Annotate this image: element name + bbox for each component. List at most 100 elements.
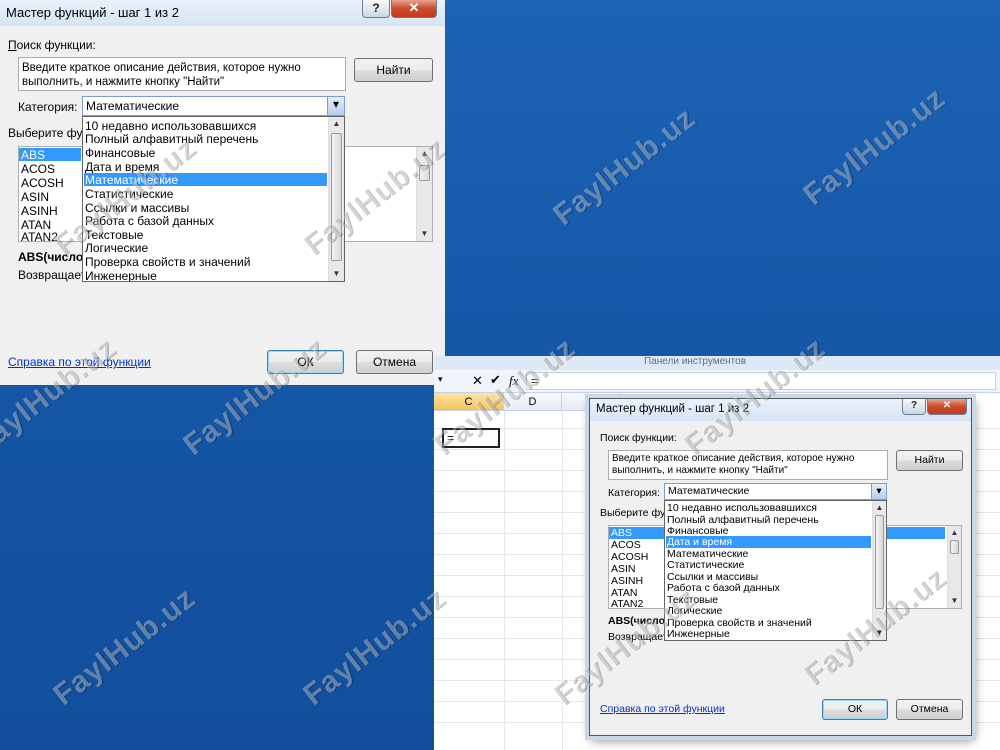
function-item[interactable]: ATAN2 bbox=[21, 230, 58, 244]
find-button[interactable]: Найти bbox=[896, 450, 963, 471]
close-icon[interactable]: ✕ bbox=[391, 0, 437, 18]
title-bar: Мастер функций - шаг 1 из 2 ? ✕ bbox=[0, 0, 445, 26]
formula-input[interactable]: = bbox=[526, 372, 996, 390]
chevron-down-icon[interactable]: ▾ bbox=[871, 484, 886, 499]
active-cell-value: = bbox=[447, 431, 455, 445]
search-text: Введите краткое описание действия, котор… bbox=[22, 62, 301, 88]
scroll-thumb[interactable] bbox=[950, 540, 959, 554]
function-item[interactable]: ATAN2 bbox=[611, 598, 643, 610]
category-option[interactable]: Проверка свойств и значений bbox=[85, 255, 250, 269]
title-bar: Мастер функций - шаг 1 из 2 ? ✕ bbox=[590, 399, 971, 421]
function-list-scrollbar[interactable]: ▲ ▼ bbox=[947, 526, 961, 608]
scroll-down-icon[interactable]: ▼ bbox=[873, 626, 886, 640]
category-option[interactable]: Логические bbox=[667, 605, 722, 617]
search-label: Поиск функции: bbox=[8, 38, 96, 52]
scroll-down-icon[interactable]: ▼ bbox=[329, 267, 344, 281]
category-option[interactable]: Инженерные bbox=[85, 269, 157, 281]
category-option[interactable]: Ссылки и массивы bbox=[85, 201, 189, 215]
category-select[interactable]: Математические ▾ bbox=[82, 96, 345, 116]
function-item[interactable]: ASIN bbox=[611, 563, 636, 575]
insert-function-icon[interactable]: fx bbox=[509, 373, 518, 389]
function-signature: ABS(число bbox=[608, 615, 666, 627]
confirm-entry-icon[interactable]: ✔ bbox=[490, 372, 501, 388]
function-wizard-dialog-2: Мастер функций - шаг 1 из 2 ? ✕ Поиск фу… bbox=[589, 398, 972, 736]
help-link[interactable]: Справка по этой функции bbox=[8, 355, 151, 369]
cancel-button[interactable]: Отмена bbox=[356, 350, 433, 374]
function-item[interactable]: ABS bbox=[21, 148, 45, 162]
search-label: Поиск функции: bbox=[600, 432, 677, 444]
ok-button[interactable]: ОК bbox=[822, 699, 888, 720]
dropdown-scrollbar[interactable]: ▲ ▼ bbox=[328, 117, 344, 281]
close-icon[interactable]: ✕ bbox=[927, 399, 967, 415]
function-item[interactable]: ASINH bbox=[611, 575, 643, 587]
active-cell[interactable]: = bbox=[442, 428, 500, 448]
ribbon-group-label: Панели инструментов bbox=[644, 356, 747, 367]
category-option[interactable]: 10 недавно использовавшихся bbox=[85, 119, 256, 133]
function-item[interactable]: ACOSH bbox=[21, 176, 64, 190]
dropdown-scrollbar[interactable]: ▲ ▼ bbox=[872, 501, 886, 640]
column-header-d[interactable]: D bbox=[504, 393, 562, 411]
scroll-thumb[interactable] bbox=[331, 133, 342, 261]
formula-text: = bbox=[531, 374, 539, 388]
category-option[interactable]: Работа с базой данных bbox=[667, 582, 780, 594]
help-icon[interactable]: ? bbox=[902, 399, 926, 415]
find-button[interactable]: Найти bbox=[354, 58, 433, 82]
scroll-thumb[interactable] bbox=[419, 165, 430, 181]
grid-line bbox=[562, 411, 563, 750]
search-input[interactable]: Введите краткое описание действия, котор… bbox=[608, 450, 888, 480]
category-option[interactable]: Статистические bbox=[667, 559, 744, 571]
category-value: Математические bbox=[86, 99, 179, 113]
function-item[interactable]: ASINH bbox=[21, 204, 58, 218]
ok-button[interactable]: ОК bbox=[267, 350, 344, 374]
category-option-selected[interactable]: Математические bbox=[85, 173, 178, 187]
function-wizard-dialog-1: Мастер функций - шаг 1 из 2 ? ✕ Поиск фу… bbox=[0, 0, 445, 385]
category-option[interactable]: Дата и время bbox=[85, 160, 159, 174]
scroll-down-icon[interactable]: ▼ bbox=[417, 227, 432, 241]
category-select[interactable]: Математические ▾ bbox=[664, 483, 887, 500]
dialog-title: Мастер функций - шаг 1 из 2 bbox=[6, 5, 179, 20]
category-option[interactable]: Работа с базой данных bbox=[85, 214, 214, 228]
ribbon-strip: Панели инструментов bbox=[434, 356, 1000, 370]
function-list-scrollbar[interactable]: ▲ ▼ bbox=[416, 147, 432, 241]
category-option[interactable]: Полный алфавитный перечень bbox=[85, 132, 258, 146]
category-option[interactable]: Инженерные bbox=[667, 628, 730, 640]
cancel-entry-icon[interactable]: ✕ bbox=[472, 373, 483, 389]
category-option[interactable]: 10 недавно использовавшихся bbox=[667, 502, 817, 514]
category-option[interactable]: Статистические bbox=[85, 187, 173, 201]
search-input[interactable]: Введите краткое описание действия, котор… bbox=[18, 57, 346, 91]
category-option[interactable]: Текстовые bbox=[85, 228, 143, 242]
function-item[interactable]: ABS bbox=[611, 527, 632, 539]
category-label: Категория: bbox=[18, 100, 78, 114]
category-option-selected[interactable]: Дата и время bbox=[667, 536, 732, 548]
scroll-up-icon[interactable]: ▲ bbox=[329, 117, 344, 131]
dialog-title: Мастер функций - шаг 1 из 2 bbox=[596, 403, 749, 415]
category-label: Категория: bbox=[608, 487, 661, 499]
scroll-down-icon[interactable]: ▼ bbox=[948, 594, 961, 608]
chevron-down-icon[interactable]: ▾ bbox=[327, 97, 344, 115]
scroll-up-icon[interactable]: ▲ bbox=[417, 147, 432, 161]
cancel-button[interactable]: Отмена bbox=[896, 699, 963, 720]
category-option[interactable]: Финансовые bbox=[85, 146, 155, 160]
select-function-label: Выберите фун bbox=[8, 126, 90, 140]
function-description: Возвращает bbox=[18, 268, 87, 282]
search-text: Введите краткое описание действия, котор… bbox=[612, 453, 855, 476]
help-link[interactable]: Справка по этой функции bbox=[600, 703, 725, 715]
function-item[interactable]: ASIN bbox=[21, 190, 49, 204]
column-header-c[interactable]: C bbox=[434, 393, 504, 411]
scroll-up-icon[interactable]: ▲ bbox=[873, 501, 886, 515]
grid-line bbox=[504, 411, 505, 750]
scroll-up-icon[interactable]: ▲ bbox=[948, 526, 961, 540]
formula-bar: ▾ ✕ ✔ fx = bbox=[434, 370, 1000, 393]
scroll-thumb[interactable] bbox=[875, 515, 884, 609]
category-dropdown-list[interactable]: 10 недавно использовавшихся Полный алфав… bbox=[664, 500, 887, 641]
function-signature: ABS(число bbox=[18, 250, 84, 264]
category-dropdown-list[interactable]: 10 недавно использовавшихся Полный алфав… bbox=[82, 116, 345, 282]
function-item[interactable]: ACOSH bbox=[611, 551, 648, 563]
function-description: Возвращает bbox=[608, 631, 668, 643]
help-icon[interactable]: ? bbox=[362, 0, 390, 18]
name-box-arrow-icon[interactable]: ▾ bbox=[438, 374, 443, 385]
function-item[interactable]: ACOS bbox=[21, 162, 55, 176]
category-option[interactable]: Логические bbox=[85, 241, 148, 255]
function-item[interactable]: ACOS bbox=[611, 539, 641, 551]
select-function-label: Выберите фун bbox=[600, 507, 672, 519]
